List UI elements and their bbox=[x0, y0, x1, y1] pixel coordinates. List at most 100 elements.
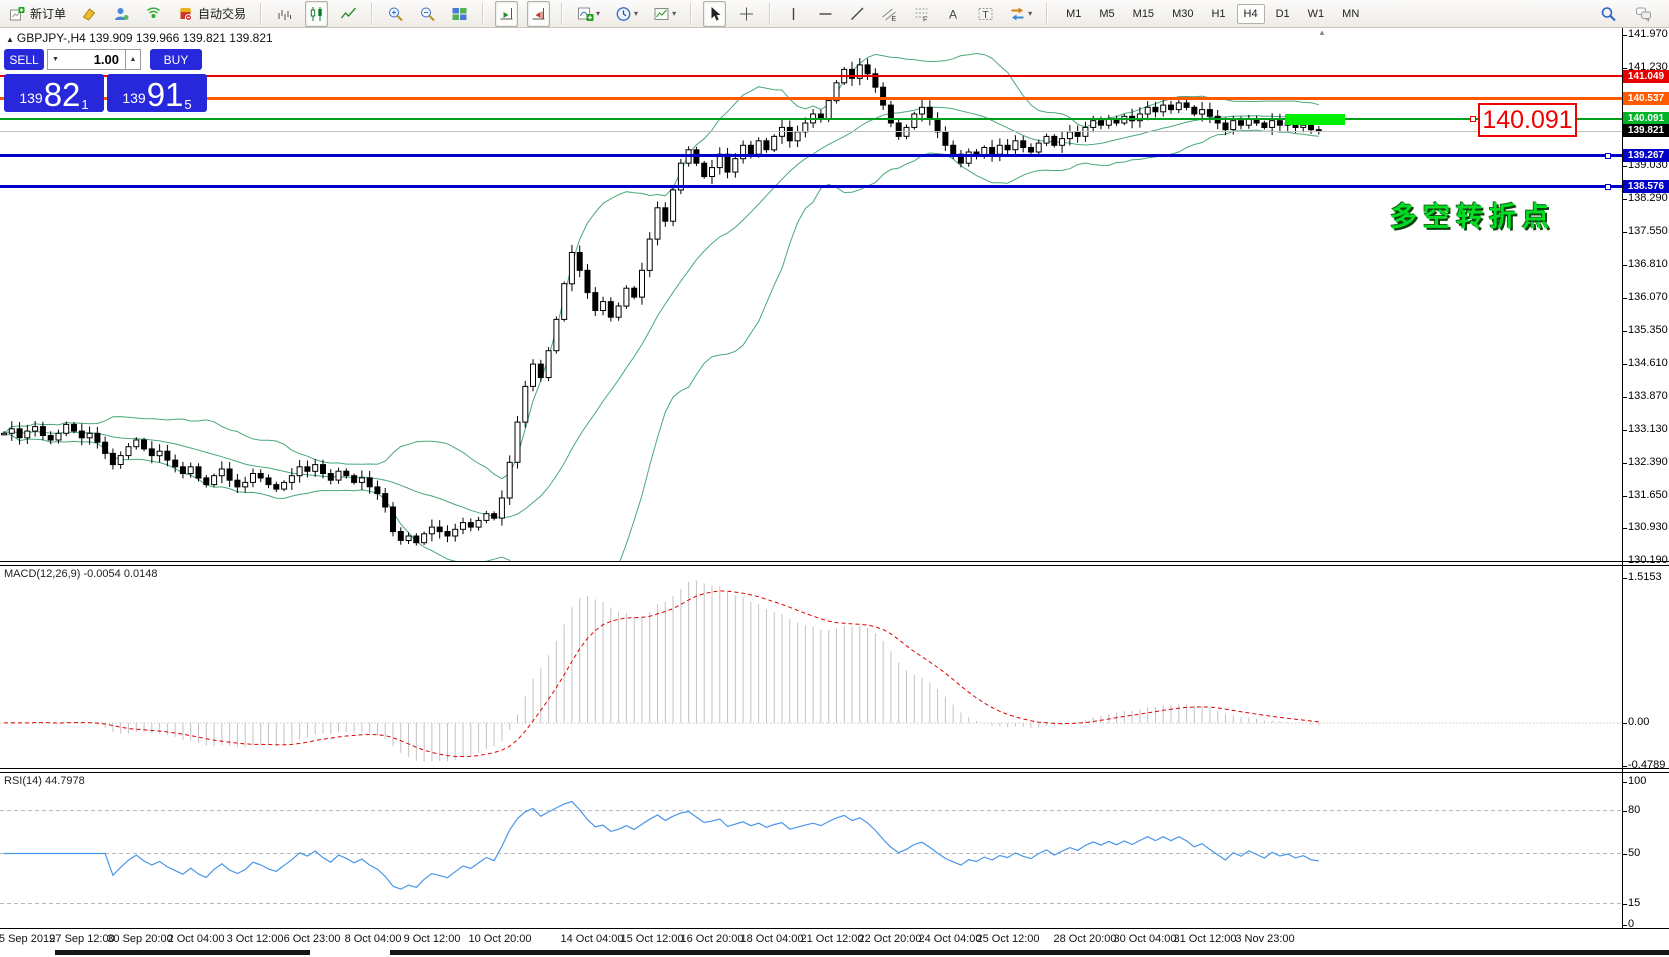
chat-button[interactable] bbox=[1632, 1, 1655, 27]
time-axis-label: 31 Oct 12:00 bbox=[1173, 933, 1237, 945]
search-button[interactable] bbox=[1597, 1, 1620, 27]
line-chart-button[interactable] bbox=[337, 1, 360, 27]
volume-increase-button[interactable]: ▲ bbox=[125, 49, 141, 70]
candlestick-icon bbox=[308, 6, 325, 22]
h-scrollbar[interactable] bbox=[390, 950, 1669, 955]
indicators-button[interactable]: ▾ bbox=[574, 1, 603, 27]
time-axis-label: 10 Oct 20:00 bbox=[468, 933, 532, 945]
macd-scale-2: -0.4789 bbox=[1622, 759, 1666, 771]
zoom-in-button[interactable] bbox=[384, 1, 407, 27]
hline-140.537[interactable] bbox=[0, 97, 1622, 100]
rsi-pane-canvas[interactable] bbox=[0, 773, 1622, 928]
sell-price-sup: 1 bbox=[81, 97, 89, 112]
fibonacci-button[interactable]: F bbox=[910, 1, 933, 27]
text-label-button[interactable]: T bbox=[974, 1, 997, 27]
price-axis-tick: 136.070 bbox=[1623, 291, 1668, 303]
time-axis-label: 27 Sep 12:00 bbox=[49, 933, 115, 945]
cursor-button[interactable] bbox=[703, 0, 727, 27]
trendline-button[interactable] bbox=[846, 1, 869, 27]
price-axis-tick: 131.650 bbox=[1623, 489, 1668, 501]
main-chart-canvas[interactable] bbox=[0, 28, 1622, 561]
pane-divider[interactable] bbox=[0, 561, 1669, 562]
chevron-down-icon: ▾ bbox=[596, 9, 601, 18]
line-handle[interactable] bbox=[1605, 184, 1611, 190]
search-icon bbox=[1600, 6, 1617, 22]
price-axis-tick: 141.970 bbox=[1623, 28, 1668, 40]
price-badge-141.049: 141.049 bbox=[1623, 70, 1669, 83]
new-order-icon bbox=[9, 6, 26, 22]
timeframe-h1[interactable]: H1 bbox=[1204, 4, 1232, 24]
svg-text:E: E bbox=[892, 16, 897, 22]
price-axis-tick: 137.550 bbox=[1623, 225, 1668, 237]
volume-input[interactable] bbox=[63, 49, 125, 70]
buy-button[interactable]: BUY bbox=[150, 49, 202, 70]
community-button[interactable] bbox=[110, 1, 133, 27]
timeframe-m30[interactable]: M30 bbox=[1165, 4, 1200, 24]
sell-button[interactable]: SELL bbox=[4, 49, 44, 70]
time-axis-label: 25 Sep 2019 bbox=[0, 933, 56, 945]
tools-button[interactable] bbox=[78, 1, 101, 27]
price-axis-line bbox=[1622, 28, 1623, 929]
timeframe-mn[interactable]: MN bbox=[1335, 4, 1366, 24]
timeframe-w1[interactable]: W1 bbox=[1301, 4, 1332, 24]
crosshair-button[interactable] bbox=[735, 1, 758, 27]
auto-scroll-button[interactable] bbox=[495, 0, 519, 27]
chinese-annotation[interactable]: 多空转折点 bbox=[1390, 195, 1555, 234]
buy-price-button[interactable]: 139 91 5 bbox=[107, 74, 207, 112]
chart-shift-button[interactable] bbox=[527, 0, 551, 27]
symbol-ohlc-text: GBPJPY-,H4 139.909 139.966 139.821 139.8… bbox=[16, 31, 273, 45]
h-scrollbar[interactable] bbox=[55, 950, 310, 955]
svg-text:F: F bbox=[923, 16, 927, 22]
macd-scale-0: 1.5153 bbox=[1623, 571, 1662, 583]
pane-divider[interactable] bbox=[0, 772, 1669, 773]
add-indicator-icon bbox=[577, 6, 594, 22]
templates-button[interactable]: ▾ bbox=[650, 1, 679, 27]
timeframe-m15[interactable]: M15 bbox=[1126, 4, 1161, 24]
arrows-button[interactable]: ▾ bbox=[1006, 1, 1035, 27]
signals-button[interactable] bbox=[142, 1, 165, 27]
horizontal-line-button[interactable] bbox=[814, 1, 837, 27]
candlestick-chart-button[interactable] bbox=[305, 0, 329, 27]
timeframe-m1[interactable]: M1 bbox=[1059, 4, 1088, 24]
hline-138.576[interactable] bbox=[0, 185, 1622, 188]
price-callout-box[interactable]: 140.091 bbox=[1478, 103, 1577, 137]
timeframe-m5[interactable]: M5 bbox=[1092, 4, 1121, 24]
periods-button[interactable]: ▾ bbox=[612, 1, 641, 27]
chart-title: ▲ GBPJPY-,H4 139.909 139.966 139.821 139.… bbox=[6, 31, 273, 45]
hline-139.267[interactable] bbox=[0, 154, 1622, 157]
tile-windows-button[interactable] bbox=[448, 1, 471, 27]
volume-decrease-button[interactable]: ▼ bbox=[47, 49, 63, 70]
channel-button[interactable]: E bbox=[878, 1, 901, 27]
rsi-label: RSI(14) 44.7978 bbox=[4, 775, 85, 787]
text-button[interactable]: A bbox=[942, 1, 965, 27]
time-axis-label: 6 Oct 23:00 bbox=[283, 933, 341, 945]
fibonacci-icon: F bbox=[913, 6, 930, 22]
time-axis-label: 21 Oct 12:00 bbox=[800, 933, 864, 945]
main-toolbar: 新订单 自动交易 ▾ ▾ ▾ E F A T ▾ M1 M5 M15 M30 H… bbox=[0, 0, 1669, 28]
hline-140.091[interactable] bbox=[0, 118, 1622, 120]
bar-chart-button[interactable] bbox=[273, 1, 296, 27]
svg-text:A: A bbox=[949, 7, 957, 21]
pane-divider[interactable] bbox=[0, 768, 1669, 769]
new-order-button[interactable]: 新订单 bbox=[6, 1, 69, 27]
time-axis-label: 28 Oct 20:00 bbox=[1053, 933, 1117, 945]
vertical-line-button[interactable] bbox=[782, 1, 805, 27]
template-icon bbox=[653, 6, 670, 22]
pane-divider[interactable] bbox=[0, 565, 1669, 566]
timeframe-d1[interactable]: D1 bbox=[1269, 4, 1297, 24]
new-order-label: 新订单 bbox=[30, 7, 67, 21]
line-handle[interactable] bbox=[1605, 153, 1611, 159]
zoom-out-button[interactable] bbox=[416, 1, 439, 27]
cursor-icon bbox=[706, 6, 723, 22]
time-axis-label: 2 Oct 04:00 bbox=[167, 933, 225, 945]
hline-141.049[interactable] bbox=[0, 75, 1622, 77]
macd-pane-canvas[interactable] bbox=[0, 566, 1622, 768]
auto-trading-button[interactable]: 自动交易 bbox=[174, 1, 249, 27]
sell-price-button[interactable]: 139 82 1 bbox=[4, 74, 104, 112]
timeframe-h4[interactable]: H4 bbox=[1236, 3, 1265, 24]
rsi-scale-50: 50 bbox=[1622, 847, 1641, 859]
line-handle[interactable] bbox=[1470, 116, 1476, 122]
highlight-zone[interactable] bbox=[1285, 114, 1345, 125]
line-chart-icon bbox=[340, 6, 357, 22]
macd-scale-1: 0.00 bbox=[1622, 716, 1650, 728]
